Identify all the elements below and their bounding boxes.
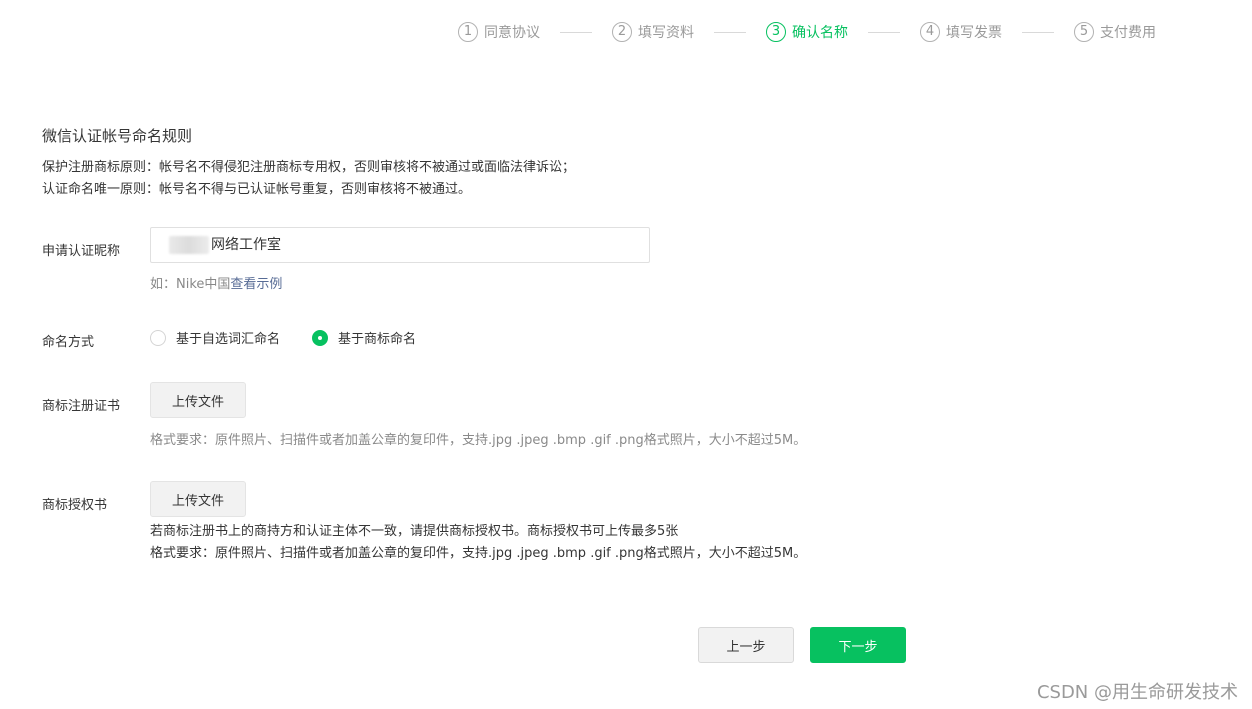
radio-option-trademark[interactable]: 基于商标命名 bbox=[312, 328, 416, 347]
radio-label: 基于自选词汇命名 bbox=[176, 332, 281, 347]
step-label: 支付费用 bbox=[1100, 25, 1156, 41]
step-invoice: 4 填写发票 bbox=[920, 22, 1002, 42]
cert-format-hint: 格式要求：原件照片、扫描件或者加盖公章的复印件，支持.jpg .jpeg .bm… bbox=[150, 433, 807, 448]
step-divider bbox=[714, 31, 746, 33]
radio-label: 基于商标命名 bbox=[338, 332, 417, 347]
step-divider bbox=[868, 31, 900, 33]
radio-checked[interactable] bbox=[312, 329, 329, 346]
prev-step-button[interactable]: 上一步 bbox=[698, 627, 794, 663]
example-prefix: 如：Nike中国 bbox=[150, 277, 231, 292]
upload-auth-button[interactable]: 上传文件 bbox=[150, 481, 246, 517]
auth-note: 若商标注册书上的商持方和认证主体不一致，请提供商标授权书。商标授权书可上传最多5… bbox=[150, 524, 679, 539]
rule-unique: 认证命名唯一原则：帐号名不得与已认证帐号重复，否则审核将不被通过。 bbox=[42, 182, 472, 197]
auth-format-hint: 格式要求：原件照片、扫描件或者加盖公章的复印件，支持.jpg .jpeg .bm… bbox=[150, 546, 807, 561]
naming-method-label: 命名方式 bbox=[42, 335, 95, 350]
step-label: 填写发票 bbox=[946, 25, 1002, 41]
step-label: 同意协议 bbox=[484, 25, 540, 41]
next-step-button[interactable]: 下一步 bbox=[810, 627, 906, 663]
redacted-text bbox=[169, 236, 209, 254]
step-label: 确认名称 bbox=[792, 25, 848, 41]
rules-title: 微信认证帐号命名规则 bbox=[42, 127, 193, 145]
upload-cert-button[interactable]: 上传文件 bbox=[150, 382, 246, 418]
progress-stepper: 1 同意协议 2 填写资料 3 确认名称 4 填写发票 5 支付费用 bbox=[458, 20, 1156, 44]
step-divider bbox=[560, 31, 592, 33]
step-confirm-name: 3 确认名称 bbox=[766, 22, 848, 42]
step-number: 4 bbox=[920, 22, 940, 42]
radio-unchecked[interactable] bbox=[150, 329, 166, 346]
step-divider bbox=[1022, 31, 1054, 33]
step-fill-info: 2 填写资料 bbox=[612, 22, 694, 42]
radio-option-custom-words[interactable]: 基于自选词汇命名 bbox=[150, 328, 280, 347]
step-number: 2 bbox=[612, 22, 632, 42]
naming-method-radio-group: 基于自选词汇命名 基于商标命名 bbox=[150, 328, 448, 347]
trademark-cert-label: 商标注册证书 bbox=[42, 399, 121, 414]
rule-trademark: 保护注册商标原则：帐号名不得侵犯注册商标专用权，否则审核将不被通过或面临法律诉讼… bbox=[42, 160, 576, 175]
step-agree: 1 同意协议 bbox=[458, 22, 540, 42]
trademark-auth-label: 商标授权书 bbox=[42, 498, 108, 513]
nickname-example: 如：Nike中国查看示例 bbox=[150, 273, 282, 292]
nickname-value: 网络工作室 bbox=[211, 237, 281, 253]
step-number: 3 bbox=[766, 22, 786, 42]
watermark: CSDN @用生命研发技术 bbox=[1036, 682, 1238, 703]
nickname-label: 申请认证昵称 bbox=[42, 244, 121, 259]
step-payment: 5 支付费用 bbox=[1074, 22, 1156, 42]
step-number: 1 bbox=[458, 22, 478, 42]
nickname-input[interactable]: 网络工作室 bbox=[150, 227, 650, 263]
view-example-link[interactable]: 查看示例 bbox=[230, 277, 282, 292]
step-label: 填写资料 bbox=[638, 25, 694, 41]
step-number: 5 bbox=[1074, 22, 1094, 42]
